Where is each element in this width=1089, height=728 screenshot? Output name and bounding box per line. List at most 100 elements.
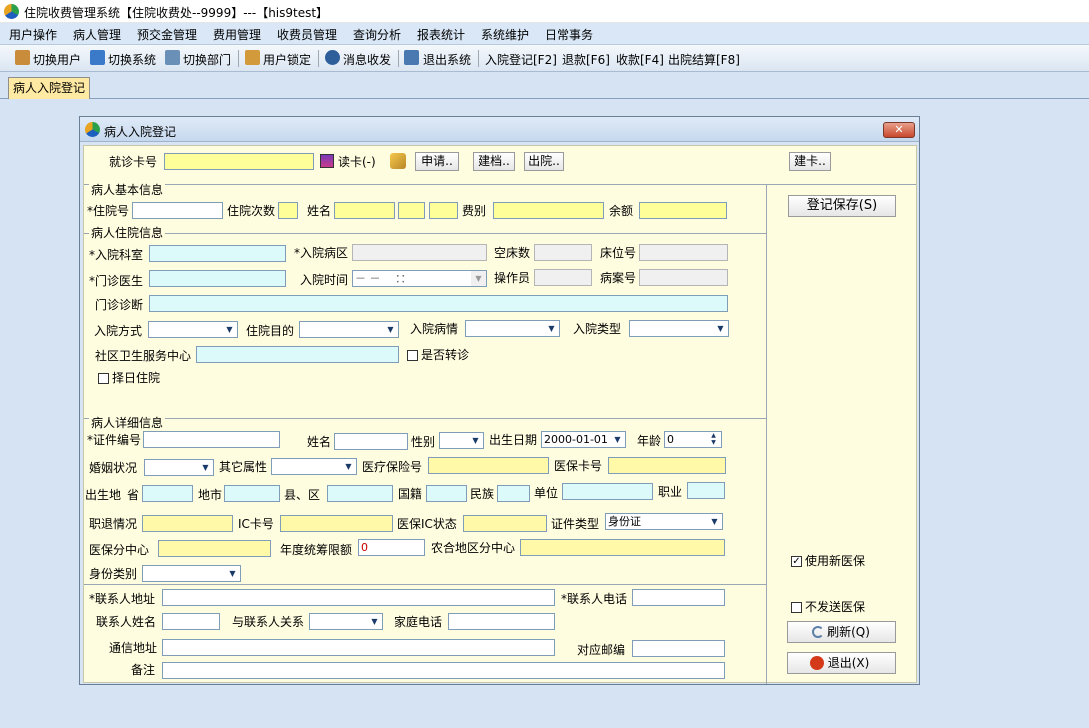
apply-button[interactable]: 申请.. bbox=[415, 152, 459, 171]
community-input[interactable] bbox=[196, 346, 399, 363]
discharge-button[interactable]: 出院.. bbox=[524, 152, 564, 171]
occupation-input[interactable] bbox=[687, 482, 725, 499]
home-phone-input[interactable] bbox=[448, 613, 555, 630]
condition-select[interactable]: ▼ bbox=[465, 320, 560, 337]
save-button[interactable]: 登记保存(S) bbox=[788, 195, 896, 217]
exit-label: 退出(X) bbox=[827, 656, 870, 670]
chevron-down-icon: ▼ bbox=[471, 271, 486, 286]
admit-type-select[interactable]: ▼ bbox=[629, 320, 729, 337]
county-input[interactable] bbox=[327, 485, 393, 502]
broom-icon[interactable] bbox=[390, 153, 406, 169]
marital-label: 婚姻状况 bbox=[89, 461, 138, 475]
contact-address-label: *联系人地址 bbox=[89, 592, 156, 606]
bed-no-input[interactable] bbox=[639, 244, 728, 261]
section-hospital: 病人住院信息 bbox=[89, 226, 166, 240]
spin-arrows-icon[interactable]: ▲ ▼ bbox=[707, 432, 720, 446]
dialog-logo-icon bbox=[85, 122, 100, 137]
id-type-select[interactable]: 身份证 ▼ bbox=[605, 513, 723, 530]
menu-query[interactable]: 查询分析 bbox=[353, 26, 401, 43]
age-stepper[interactable]: 0 ▲ ▼ bbox=[664, 431, 722, 448]
ethnicity-input[interactable] bbox=[497, 485, 530, 502]
menu-fee[interactable]: 费用管理 bbox=[213, 26, 261, 43]
center-input[interactable] bbox=[158, 540, 271, 557]
close-button[interactable]: ✕ bbox=[883, 122, 915, 138]
contact-name-input[interactable] bbox=[162, 613, 220, 630]
name-extra2-input[interactable] bbox=[429, 202, 458, 219]
admission-no-input[interactable] bbox=[132, 202, 223, 219]
diagnosis-input[interactable] bbox=[149, 295, 728, 312]
insurance-card-input[interactable] bbox=[608, 457, 726, 474]
birth-date-picker[interactable]: 2000-01-01 ▼ bbox=[541, 431, 626, 448]
sex-select[interactable]: ▼ bbox=[439, 432, 484, 449]
hospital-divider bbox=[84, 233, 766, 234]
balance-input[interactable] bbox=[639, 202, 727, 219]
switch-system-button[interactable]: 切换系统 bbox=[108, 51, 156, 68]
messages-button[interactable]: 消息收发 bbox=[343, 51, 391, 68]
discharge-f8-button[interactable]: 出院结算[F8] bbox=[668, 51, 740, 68]
make-card-button[interactable]: 建卡.. bbox=[789, 152, 831, 171]
retire-label: 职退情况 bbox=[89, 517, 138, 531]
build-file-button[interactable]: 建档.. bbox=[473, 152, 515, 171]
detail-name-label: 姓名 bbox=[307, 435, 332, 449]
refresh-button[interactable]: 刷新(Q) bbox=[787, 621, 896, 643]
marital-select[interactable]: ▼ bbox=[144, 459, 214, 476]
city-input[interactable] bbox=[224, 485, 280, 502]
no-send-checkbox[interactable] bbox=[791, 602, 802, 613]
menu-user-ops[interactable]: 用户操作 bbox=[9, 26, 57, 43]
insurance-no-input[interactable] bbox=[428, 457, 549, 474]
transfer-checkbox[interactable] bbox=[407, 350, 418, 361]
choose-day-checkbox[interactable] bbox=[98, 373, 109, 384]
admit-time-picker[interactable]: － － ：： ▼ bbox=[352, 270, 487, 287]
contact-divider bbox=[84, 584, 766, 585]
fee-type-input[interactable] bbox=[493, 202, 604, 219]
menu-report[interactable]: 报表统计 bbox=[417, 26, 465, 43]
collect-f4-button[interactable]: 收款[F4] bbox=[616, 51, 664, 68]
rural-center-input[interactable] bbox=[520, 539, 725, 556]
read-card-button[interactable]: 读卡(-) bbox=[338, 154, 376, 170]
other-attr-select[interactable]: ▼ bbox=[271, 458, 357, 475]
admit-time-value: － － ：： bbox=[355, 272, 412, 285]
province-input[interactable] bbox=[142, 485, 193, 502]
exit-system-button[interactable]: 退出系统 bbox=[423, 51, 471, 68]
admit-mode-select[interactable]: ▼ bbox=[148, 321, 238, 338]
identity-select[interactable]: ▼ bbox=[142, 565, 241, 582]
nationality-input[interactable] bbox=[426, 485, 467, 502]
relation-select[interactable]: ▼ bbox=[309, 613, 383, 630]
menu-patient[interactable]: 病人管理 bbox=[73, 26, 121, 43]
tab-admission[interactable]: 病人入院登记 bbox=[8, 77, 90, 99]
admission-f2-button[interactable]: 入院登记[F2] bbox=[485, 51, 557, 68]
switch-user-button[interactable]: 切换用户 bbox=[33, 51, 81, 68]
name-input[interactable] bbox=[334, 202, 395, 219]
ic-status-input[interactable] bbox=[463, 515, 547, 532]
switch-dept-button[interactable]: 切换部门 bbox=[183, 51, 231, 68]
dept-input[interactable] bbox=[149, 245, 286, 262]
remark-label: 备注 bbox=[131, 663, 156, 677]
exit-button[interactable]: 退出(X) bbox=[787, 652, 896, 674]
detail-name-input[interactable] bbox=[334, 433, 408, 450]
mail-addr-input[interactable] bbox=[162, 639, 555, 656]
remark-input[interactable] bbox=[162, 662, 725, 679]
new-insurance-checkbox[interactable]: ✓ bbox=[791, 556, 802, 567]
menu-deposit[interactable]: 预交金管理 bbox=[137, 26, 197, 43]
card-number-input[interactable] bbox=[164, 153, 314, 170]
exit-system-icon bbox=[404, 50, 419, 65]
employer-input[interactable] bbox=[562, 483, 653, 500]
id-no-input[interactable] bbox=[143, 431, 280, 448]
retire-input[interactable] bbox=[142, 515, 233, 532]
ic-card-input[interactable] bbox=[280, 515, 393, 532]
annual-limit-input[interactable]: 0 bbox=[358, 539, 425, 556]
menu-system[interactable]: 系统维护 bbox=[481, 26, 529, 43]
purpose-select[interactable]: ▼ bbox=[299, 321, 399, 338]
contact-address-input[interactable] bbox=[162, 589, 555, 606]
visit-count-input[interactable] bbox=[278, 202, 298, 219]
record-no-input[interactable] bbox=[639, 269, 728, 286]
name-extra-input[interactable] bbox=[398, 202, 425, 219]
doctor-input[interactable] bbox=[149, 270, 286, 287]
menu-cashier[interactable]: 收费员管理 bbox=[277, 26, 337, 43]
lock-user-button[interactable]: 用户锁定 bbox=[263, 51, 311, 68]
ward-input[interactable] bbox=[352, 244, 487, 261]
menu-daily[interactable]: 日常事务 bbox=[545, 26, 593, 43]
contact-phone-input[interactable] bbox=[632, 589, 725, 606]
refund-f6-button[interactable]: 退款[F6] bbox=[562, 51, 610, 68]
zip-input[interactable] bbox=[632, 640, 725, 657]
